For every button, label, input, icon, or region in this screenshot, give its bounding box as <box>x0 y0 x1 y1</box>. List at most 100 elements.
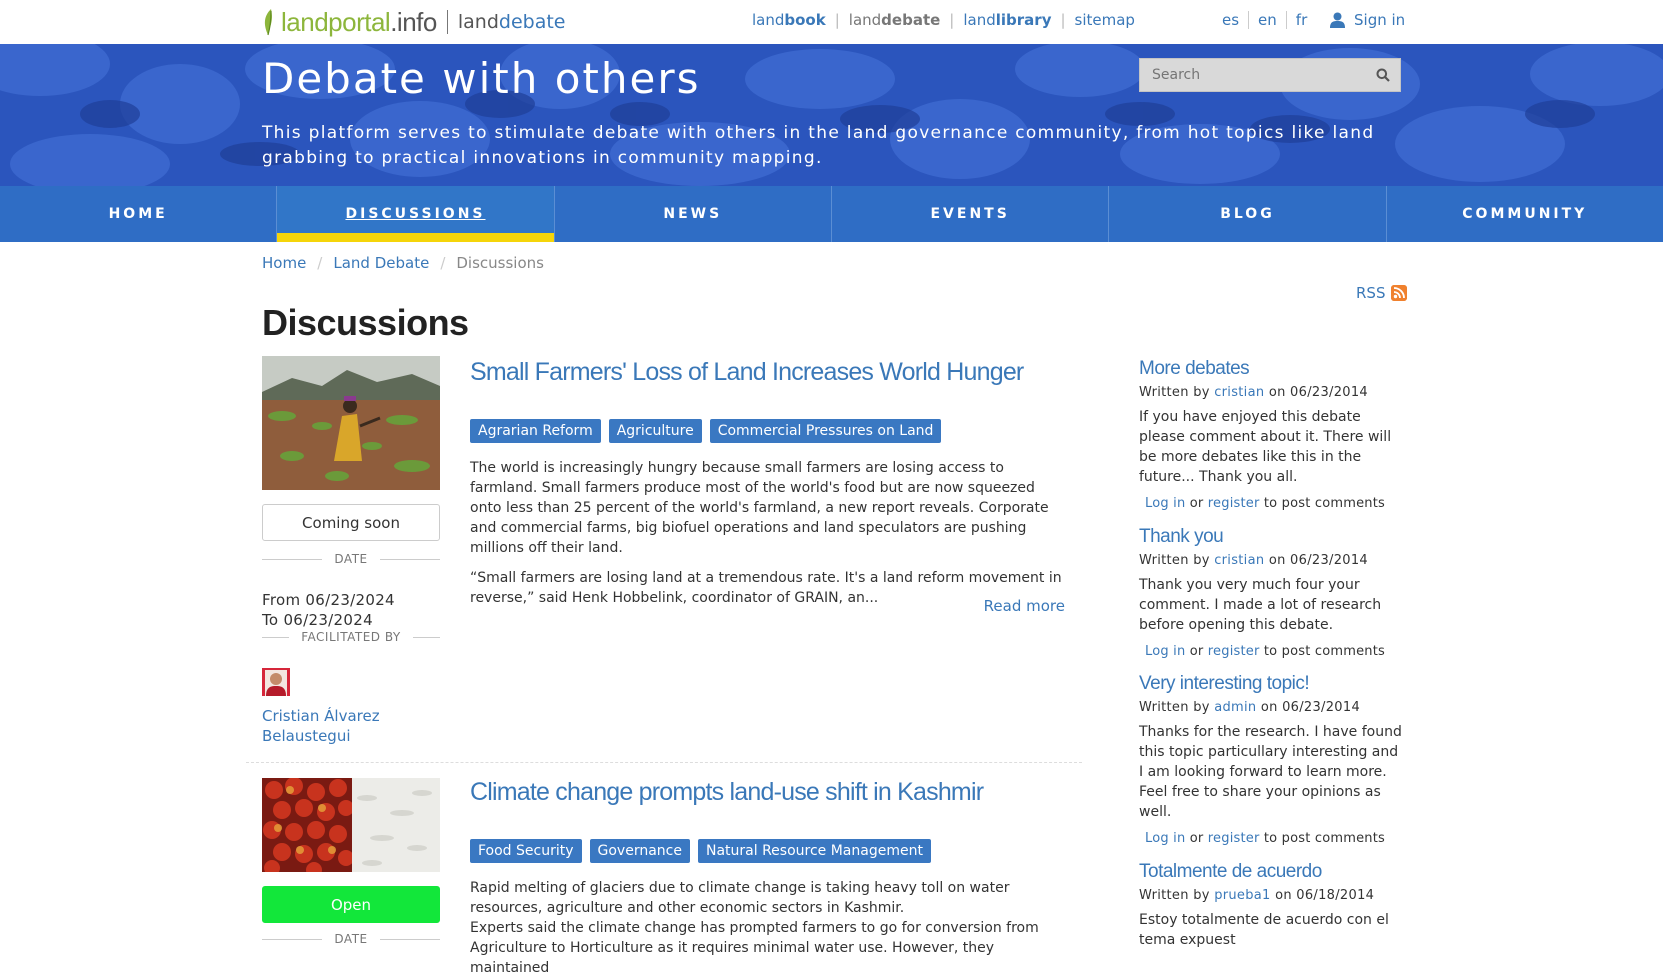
nav-separator: | <box>949 11 955 29</box>
discussion-title[interactable]: Climate change prompts land-use shift in… <box>470 778 984 807</box>
comment-title[interactable]: More debates <box>1139 358 1250 379</box>
login-link[interactable]: Log in <box>1145 831 1185 846</box>
lang-fr[interactable]: fr <box>1285 11 1316 29</box>
register-link[interactable]: register <box>1208 496 1260 511</box>
main-nav-blog[interactable]: BLOG <box>1108 186 1385 242</box>
discussion-excerpt: The world is increasingly hungry because… <box>470 458 1070 618</box>
date-divider: DATE <box>262 932 440 946</box>
sign-in-link[interactable]: Sign in <box>1330 11 1405 29</box>
comment-meta: Written by cristian on 06/23/2014 <box>1139 385 1368 400</box>
main-nav-community[interactable]: COMMUNITY <box>1385 186 1663 242</box>
breadcrumb-separator: / <box>317 254 323 272</box>
excerpt-paragraph: Experts said the climate change has prom… <box>470 920 1039 976</box>
main-nav-discussions[interactable]: DISCUSSIONS <box>276 186 554 242</box>
comment-body: Thanks for the research. I have found th… <box>1139 724 1402 820</box>
comment-author[interactable]: admin <box>1214 700 1256 715</box>
facilitator-name[interactable]: Cristian Álvarez Belaustegui <box>262 706 440 746</box>
read-more-link[interactable]: Read more <box>984 597 1065 615</box>
apples-rice-image <box>262 778 440 872</box>
comment-author[interactable]: cristian <box>1214 385 1264 400</box>
discussion-item: Coming soon DATE From 06/23/2024 To 06/2… <box>262 356 1082 746</box>
rss-link[interactable]: RSS <box>1356 284 1408 302</box>
main-nav-news[interactable]: NEWS <box>553 186 831 242</box>
main-nav-home[interactable]: HOME <box>0 186 276 242</box>
tag-food-security[interactable]: Food Security <box>470 839 582 863</box>
comment-title[interactable]: Thank you <box>1139 526 1224 547</box>
status-button[interactable]: Coming soon <box>262 504 440 541</box>
discussion-thumbnail[interactable] <box>262 356 440 490</box>
nav-sitemap[interactable]: sitemap <box>1075 11 1135 29</box>
hero-title: Debate with others <box>262 54 701 103</box>
lang-es[interactable]: es <box>1222 11 1248 29</box>
search-icon <box>1376 68 1390 82</box>
login-link[interactable]: Log in <box>1145 644 1185 659</box>
tag-agrarian-reform[interactable]: Agrarian Reform <box>470 419 601 443</box>
main-nav: HOME DISCUSSIONS NEWS EVENTS BLOG COMMUN… <box>0 186 1663 242</box>
comment-item: More debates Written by cristian on 06/2… <box>1139 356 1405 524</box>
comment-body: Estoy totalmente de acuerdo con el tema … <box>1139 912 1389 948</box>
discussion-thumbnail[interactable] <box>262 778 440 872</box>
breadcrumb-land-debate[interactable]: Land Debate <box>333 254 429 272</box>
logo-divider <box>446 10 448 34</box>
discussion-item: Open DATE Climate change prompts land-us… <box>262 776 1082 976</box>
comment-body: If you have enjoyed this debate please c… <box>1139 409 1392 485</box>
main-nav-events[interactable]: EVENTS <box>830 186 1108 242</box>
nav-separator: | <box>1060 11 1066 29</box>
date-from: From 06/23/2024 <box>262 591 395 609</box>
comment-item: Thank you Written by cristian on 06/23/2… <box>1139 524 1405 671</box>
avatar-image <box>262 668 290 696</box>
item-divider <box>246 762 1082 763</box>
user-icon <box>1330 12 1345 28</box>
breadcrumb: Home / Land Debate / Discussions <box>262 254 544 272</box>
date-divider: DATE <box>262 552 440 566</box>
recent-comments-sidebar: More debates Written by cristian on 06/2… <box>1139 356 1405 950</box>
comment-meta: Written by admin on 06/23/2014 <box>1139 700 1361 715</box>
rss-icon <box>1391 285 1408 301</box>
portal-nav: landbook | landdebate | landlibrary | si… <box>752 11 1135 29</box>
register-link[interactable]: register <box>1208 831 1260 846</box>
farmer-field-image <box>262 356 440 490</box>
breadcrumb-separator: / <box>440 254 446 272</box>
search-input[interactable] <box>1140 59 1366 91</box>
comment-body: Thank you very much four your comment. I… <box>1139 577 1382 633</box>
tag-commercial-pressures[interactable]: Commercial Pressures on Land <box>709 419 942 443</box>
search-button[interactable] <box>1366 59 1400 91</box>
comment-title[interactable]: Totalmente de acuerdo <box>1139 861 1322 882</box>
comment-login-prompt: Log in or register to post comments <box>1145 496 1386 511</box>
discussion-dates: From 06/23/2024 To 06/23/2024 <box>262 590 395 630</box>
comment-meta: Written by prueba1 on 06/18/2014 <box>1139 888 1375 903</box>
login-link[interactable]: Log in <box>1145 496 1185 511</box>
logo-wordmark: landportal.info <box>281 6 437 37</box>
rss-label: RSS <box>1356 284 1386 302</box>
discussion-title[interactable]: Small Farmers' Loss of Land Increases Wo… <box>470 358 1024 387</box>
comment-title[interactable]: Very interesting topic! <box>1139 673 1310 694</box>
sign-in-label: Sign in <box>1354 11 1406 29</box>
excerpt-paragraph: Rapid melting of glaciers due to climate… <box>470 880 1010 916</box>
nav-landdebate[interactable]: landdebate <box>849 11 941 29</box>
tag-natural-resource-management[interactable]: Natural Resource Management <box>697 839 931 863</box>
date-to: To 06/23/2024 <box>262 611 373 629</box>
comment-item: Very interesting topic! Written by admin… <box>1139 671 1405 859</box>
discussion-tags: Agrarian Reform Agriculture Commercial P… <box>470 419 949 443</box>
search-box <box>1139 58 1401 92</box>
discussion-excerpt: Rapid melting of glaciers due to climate… <box>470 878 1070 978</box>
comment-author[interactable]: prueba1 <box>1214 888 1270 903</box>
comment-author[interactable]: cristian <box>1214 553 1264 568</box>
register-link[interactable]: register <box>1208 644 1260 659</box>
tag-agriculture[interactable]: Agriculture <box>608 419 702 443</box>
nav-separator: | <box>834 11 840 29</box>
site-logo[interactable]: landportal.info landdebate <box>262 4 565 40</box>
comment-login-prompt: Log in or register to post comments <box>1145 831 1386 846</box>
facilitator-avatar[interactable] <box>262 668 290 696</box>
status-button[interactable]: Open <box>262 886 440 923</box>
nav-landbook[interactable]: landbook <box>752 11 826 29</box>
tag-governance[interactable]: Governance <box>589 839 690 863</box>
breadcrumb-current: Discussions <box>456 254 544 272</box>
excerpt-paragraph: The world is increasingly hungry because… <box>470 460 1049 556</box>
lang-en[interactable]: en <box>1248 11 1286 29</box>
nav-landlibrary[interactable]: landlibrary <box>963 11 1051 29</box>
comment-login-prompt: Log in or register to post comments <box>1145 644 1386 659</box>
breadcrumb-home[interactable]: Home <box>262 254 306 272</box>
comment-meta: Written by cristian on 06/23/2014 <box>1139 553 1368 568</box>
language-switcher: es en fr <box>1222 11 1316 29</box>
